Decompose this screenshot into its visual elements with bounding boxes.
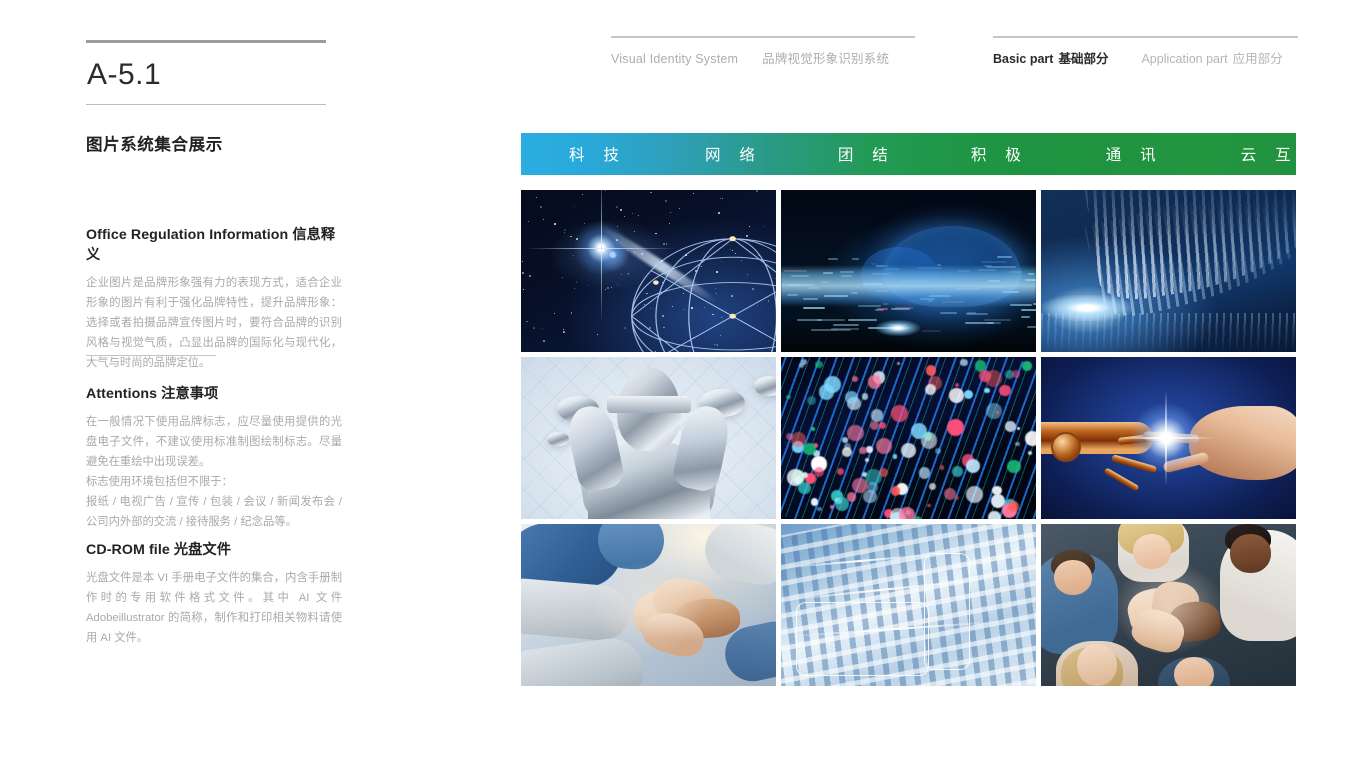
grid-image-team-high-five: [1041, 524, 1296, 686]
info-body-attentions-2: 标志使用环境包括但不限于：: [86, 472, 342, 492]
info-heading-attentions: Attentions 注意事项: [86, 383, 342, 403]
robot-finger-ring: [1103, 468, 1139, 492]
nav-basic-part-cn: 基础部分: [1058, 52, 1108, 66]
keyword-0: 科 技: [562, 143, 626, 165]
nav-basic-part[interactable]: Basic part 基础部分: [993, 52, 1108, 66]
nav-application-part-cn: 应用部分: [1233, 52, 1283, 66]
light-core-glow: [1042, 295, 1132, 321]
section-divider: [86, 355, 216, 356]
header-rule-right: [993, 36, 1298, 38]
info-heading-cdrom-en: CD-ROM file: [86, 542, 170, 558]
header-parts: Basic part 基础部分 Application part 应用部分: [993, 36, 1298, 67]
left-column: A-5.1 图片系统集合展示: [86, 40, 342, 155]
info-body-attentions: 在一般情况下使用品牌标志，应尽量使用提供的光盘电子文件，不建议使用标准制图绘制标…: [86, 412, 342, 472]
network-globe-icon: [623, 232, 776, 352]
page-code-block: A-5.1: [86, 40, 342, 105]
keyword-3: 积 极: [964, 143, 1028, 165]
person-bottom-right-face: [1174, 657, 1215, 686]
info-block-office-regulation: Office Regulation Information 信息释义 企业图片是品…: [86, 224, 342, 373]
keyword-2: 团 结: [831, 143, 895, 165]
info-block-attentions: Attentions 注意事项 在一般情况下使用品牌标志，应尽量使用提供的光盘电子…: [86, 383, 342, 533]
page-code-rule-bottom: [86, 104, 326, 106]
header-vis-en: Visual Identity System: [611, 52, 738, 66]
header-parts-text: Basic part 基础部分 Application part 应用部分: [993, 48, 1298, 67]
info-heading-attentions-en: Attentions: [86, 386, 157, 402]
keyword-1: 网 络: [698, 143, 762, 165]
page-title: 图片系统集合展示: [86, 131, 342, 155]
nav-basic-part-en: Basic part: [993, 52, 1053, 66]
center-highlight: [594, 562, 704, 654]
page-code-rule-top: [86, 40, 326, 43]
header-vis-text: Visual Identity System 品牌视觉形象识别系统: [611, 48, 915, 67]
grid-image-team-hands-stack: [521, 524, 776, 686]
sleeve-white-right: [700, 524, 776, 589]
info-body-office: 企业图片是品牌形象强有力的表现方式，适合企业形象的图片有利于强化品牌特性，提升品…: [86, 273, 342, 373]
grid-image-blue-binary-circuit: [781, 524, 1036, 686]
grid-image-binary-data-tunnel: [1041, 190, 1296, 352]
cloud-glow: [876, 320, 920, 336]
info-heading-cdrom: CD-ROM file 光盘文件: [86, 539, 342, 559]
person-left-face: [1054, 560, 1092, 596]
spark-touch-icon: [1131, 403, 1201, 473]
info-block-cdrom-file: CD-ROM file 光盘文件 光盘文件是本 VI 手册电子文件的集合，内含手册…: [86, 539, 342, 648]
circuit-tube-2: [796, 602, 929, 677]
circuit-tube-1: [924, 553, 970, 670]
info-heading-cdrom-cn: 光盘文件: [174, 542, 231, 558]
header-visual-identity: Visual Identity System 品牌视觉形象识别系统: [611, 36, 915, 67]
info-heading-office-en: Office Regulation Information: [86, 227, 288, 243]
info-heading-office: Office Regulation Information 信息释义: [86, 224, 342, 264]
keyword-5: 云 互 联: [1234, 143, 1332, 165]
page-code: A-5.1: [87, 60, 342, 90]
header-rule-left: [611, 36, 915, 38]
grid-image-digital-cloud: [781, 190, 1036, 352]
person-right-face: [1230, 534, 1271, 573]
grid-image-silver-android-woman: [521, 357, 776, 519]
keyword-gradient-bar: 科 技 网 络 团 结 积 极 通 讯 云 互 联: [521, 133, 1296, 175]
robot-joint: [1051, 432, 1081, 462]
grid-image-fiber-optic-lights: [781, 357, 1036, 519]
image-grid: [521, 190, 1296, 690]
header-vis-cn: 品牌视觉形象识别系统: [762, 52, 889, 66]
info-body-cdrom: 光盘文件是本 VI 手册电子文件的集合，内含手册制作时的专用软件格式文件。其中 …: [86, 568, 342, 648]
info-body-attentions-3: 报纸 / 电视广告 / 宣传 / 包装 / 会议 / 新闻发布会 / 公司内外部…: [86, 492, 342, 532]
floating-orb-2: [547, 432, 569, 446]
human-hand: [1189, 406, 1296, 481]
android-visor: [607, 396, 691, 413]
grid-image-robot-human-hands: [1041, 357, 1296, 519]
keyword-4: 通 讯: [1099, 143, 1163, 165]
nav-application-part-en: Application part: [1141, 52, 1227, 66]
center-highlight: [1114, 562, 1224, 654]
cloud-data-beam: [781, 265, 1036, 307]
nav-application-part[interactable]: Application part 应用部分: [1141, 52, 1282, 66]
person-bottom-left-face: [1077, 644, 1118, 686]
info-heading-attentions-cn: 注意事项: [161, 386, 218, 402]
grid-image-starfield-network-globe: [521, 190, 776, 352]
